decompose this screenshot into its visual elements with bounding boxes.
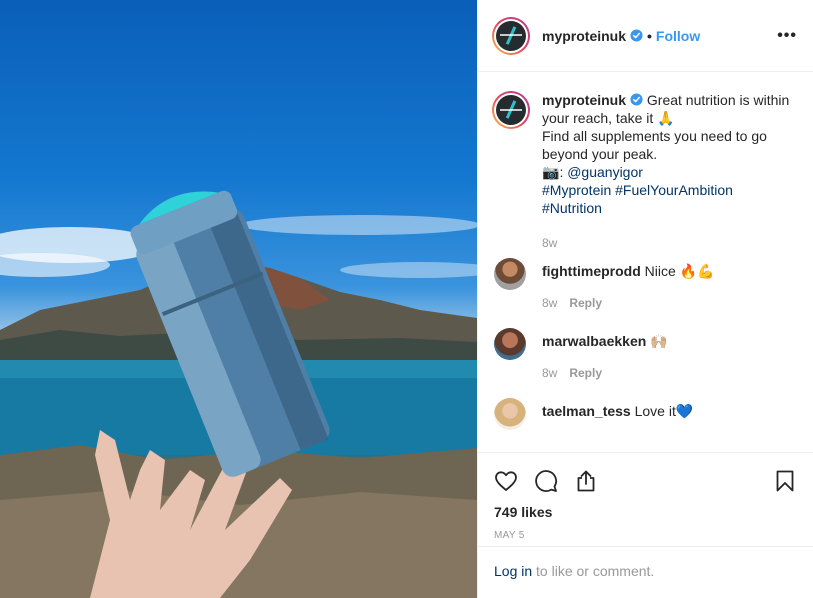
comment-bubble-icon[interactable] bbox=[534, 469, 558, 493]
separator-dot: • bbox=[647, 27, 652, 44]
avatar[interactable] bbox=[494, 328, 526, 360]
list-item: taelman_tess Love it💙 bbox=[492, 398, 797, 430]
myprotein-logo-icon bbox=[496, 20, 526, 51]
post-date[interactable]: MAY 5 bbox=[494, 530, 797, 541]
avatar[interactable] bbox=[494, 258, 526, 290]
post-photo[interactable] bbox=[0, 0, 477, 598]
avatar[interactable] bbox=[494, 398, 526, 430]
hashtags-line-1[interactable]: #Myprotein #FuelYourAmbition bbox=[542, 182, 733, 198]
praying-hands-emoji: 🙏 bbox=[657, 110, 675, 126]
comment-emoji: 🔥💪 bbox=[679, 263, 715, 279]
post-actions: 749 likes MAY 5 bbox=[478, 452, 813, 541]
comment-emoji: 💙 bbox=[675, 403, 694, 419]
profile-avatar[interactable] bbox=[492, 16, 530, 55]
caption-line-2: Find all supplements you need to go beyo… bbox=[542, 128, 767, 162]
list-item: marwalbaekken 🙌🏼 8w Reply bbox=[492, 328, 797, 382]
comment-username[interactable]: taelman_tess bbox=[542, 403, 631, 419]
likes-count[interactable]: 749 likes bbox=[494, 503, 797, 521]
myprotein-logo-icon bbox=[496, 95, 526, 125]
post-caption: myproteinuk Great nutrition is within yo… bbox=[492, 91, 797, 252]
hashtag-nutrition[interactable]: #Nutrition bbox=[542, 200, 602, 216]
comment-text: Love it bbox=[634, 403, 676, 419]
login-link[interactable]: Log in bbox=[494, 563, 532, 579]
login-prompt-text: to like or comment. bbox=[532, 563, 655, 579]
more-options-icon[interactable]: ••• bbox=[777, 27, 797, 45]
share-icon[interactable] bbox=[574, 469, 598, 493]
heart-icon[interactable] bbox=[494, 469, 518, 493]
verified-badge-icon bbox=[630, 93, 643, 106]
comment-emoji: 🙌🏼 bbox=[650, 333, 668, 349]
verified-badge-icon bbox=[630, 29, 643, 42]
camera-emoji: 📷 bbox=[542, 164, 560, 180]
photo-scene bbox=[0, 190, 477, 598]
reply-button[interactable]: Reply bbox=[569, 296, 602, 310]
caption-time: 8w bbox=[542, 236, 558, 250]
comment-time: 8w bbox=[542, 296, 558, 310]
bookmark-icon[interactable] bbox=[773, 469, 797, 493]
post-header: myproteinuk • Follow ••• bbox=[478, 0, 813, 72]
credit-mention-link[interactable]: @guanyigor bbox=[567, 164, 643, 180]
caption-username[interactable]: myproteinuk bbox=[542, 92, 626, 108]
comment-time: 8w bbox=[542, 366, 558, 380]
follow-button[interactable]: Follow bbox=[656, 28, 700, 44]
post-sidebar: myproteinuk • Follow ••• myproteinuk Gre… bbox=[477, 0, 813, 598]
comment-text: Niice bbox=[644, 263, 676, 279]
comment-username[interactable]: fighttimeprodd bbox=[542, 263, 641, 279]
reply-button[interactable]: Reply bbox=[569, 366, 602, 380]
login-prompt: Log in to like or comment. bbox=[478, 546, 813, 598]
comment-username[interactable]: marwalbaekken bbox=[542, 333, 646, 349]
list-item: fighttimeprodd Niice 🔥💪 8w Reply bbox=[492, 258, 797, 312]
header-username[interactable]: myproteinuk bbox=[542, 28, 626, 44]
caption-avatar[interactable] bbox=[492, 91, 530, 129]
comments-list[interactable]: myproteinuk Great nutrition is within yo… bbox=[478, 73, 813, 451]
